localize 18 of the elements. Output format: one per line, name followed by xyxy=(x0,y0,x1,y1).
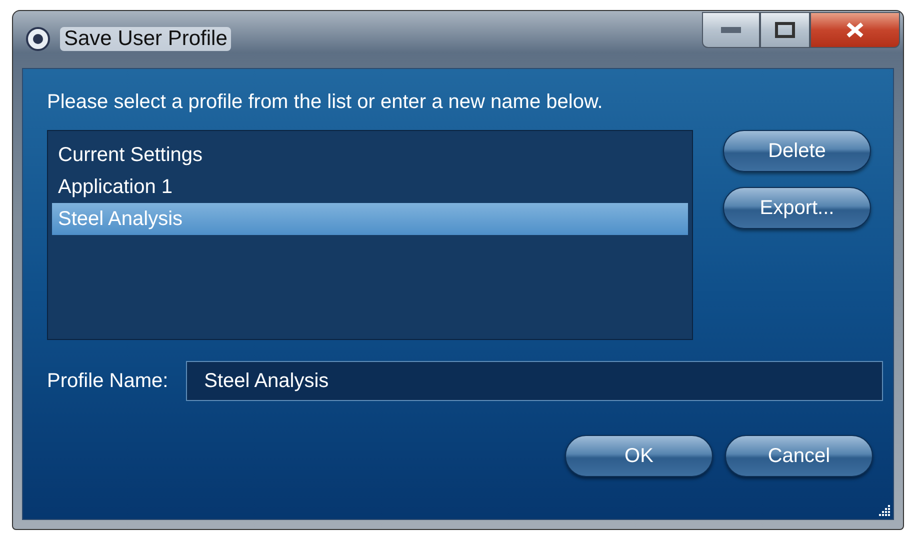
cancel-button[interactable]: Cancel xyxy=(725,435,873,477)
ok-button[interactable]: OK xyxy=(565,435,713,477)
maximize-icon xyxy=(775,22,795,38)
window-title: Save User Profile xyxy=(60,27,232,51)
profile-name-field[interactable]: Steel Analysis xyxy=(186,361,883,401)
close-button[interactable] xyxy=(810,12,900,48)
instruction-text: Please select a profile from the list or enter a new name below. xyxy=(47,91,604,114)
minimize-icon xyxy=(721,27,741,33)
profile-list-item[interactable]: Application 1 xyxy=(52,171,688,203)
profile-list-item[interactable]: Current Settings xyxy=(52,139,688,171)
close-icon xyxy=(845,22,865,38)
minimize-button[interactable] xyxy=(702,12,760,48)
delete-button[interactable]: Delete xyxy=(723,130,871,172)
resize-grip-icon[interactable] xyxy=(877,503,891,517)
profile-name-label: Profile Name: xyxy=(47,370,168,392)
maximize-button[interactable] xyxy=(760,12,810,48)
export-button[interactable]: Export... xyxy=(723,187,871,229)
app-icon xyxy=(26,27,50,51)
